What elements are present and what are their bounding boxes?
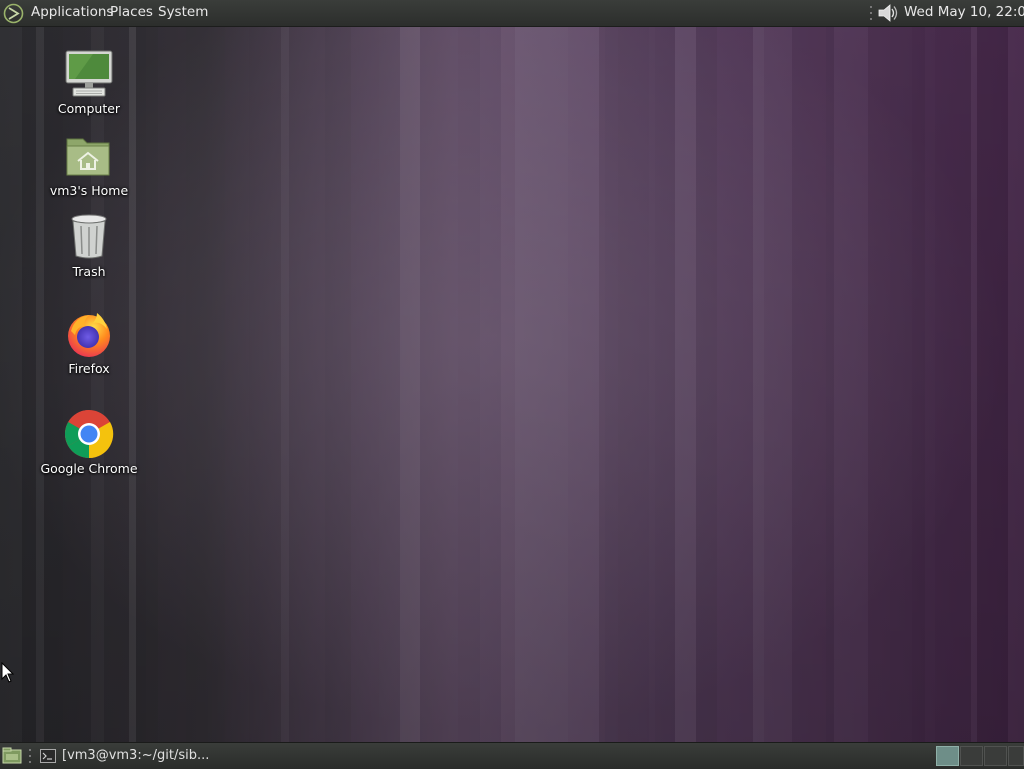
terminal-icon [40,749,56,763]
desktop-icon-trash[interactable]: Trash [34,212,144,279]
desktop-icon-home[interactable]: vm3's Home [34,131,144,198]
computer-icon [65,50,113,97]
desktop-wallpaper[interactable] [0,0,1024,768]
system-menu[interactable]: System [155,0,211,26]
desktop-icon-label: vm3's Home [49,183,129,198]
workspace-2[interactable] [960,746,983,766]
top-panel: Applications Places System Wed May 10, 2… [0,0,1024,27]
applications-menu[interactable]: Applications [28,0,116,26]
bottom-panel: [vm3@vm3:~/git/sib... [0,742,1024,769]
volume-icon[interactable] [876,2,900,24]
desktop-icon-chrome[interactable]: Google Chrome [34,409,144,476]
places-menu[interactable]: Places [107,0,156,26]
home-folder-icon [66,138,110,176]
show-desktop-icon[interactable] [2,747,22,765]
desktop-icon-label: Firefox [68,361,110,376]
mouse-cursor-icon [1,662,15,683]
desktop-icon-label: Google Chrome [40,461,138,476]
desktop-icon-label: Trash [72,264,106,279]
desktop-icon-label: Computer [57,101,121,116]
panel-handle-icon[interactable] [869,5,873,21]
desktop-icon-computer[interactable]: Computer [34,49,144,116]
firefox-icon [68,313,110,357]
trash-icon [71,214,107,259]
workspace-1[interactable] [936,746,959,766]
chrome-icon [64,410,114,459]
clock[interactable]: Wed May 10, 22:09 [904,0,1024,26]
panel-handle-icon[interactable] [28,748,32,764]
menu-logo-icon[interactable] [3,3,24,24]
taskbar-window-terminal[interactable]: [vm3@vm3:~/git/sib... [36,745,336,767]
taskbar-window-label: [vm3@vm3:~/git/sib... [62,748,210,763]
workspace-4[interactable] [1008,746,1024,766]
workspace-3[interactable] [984,746,1007,766]
desktop-icon-firefox[interactable]: Firefox [34,309,144,376]
